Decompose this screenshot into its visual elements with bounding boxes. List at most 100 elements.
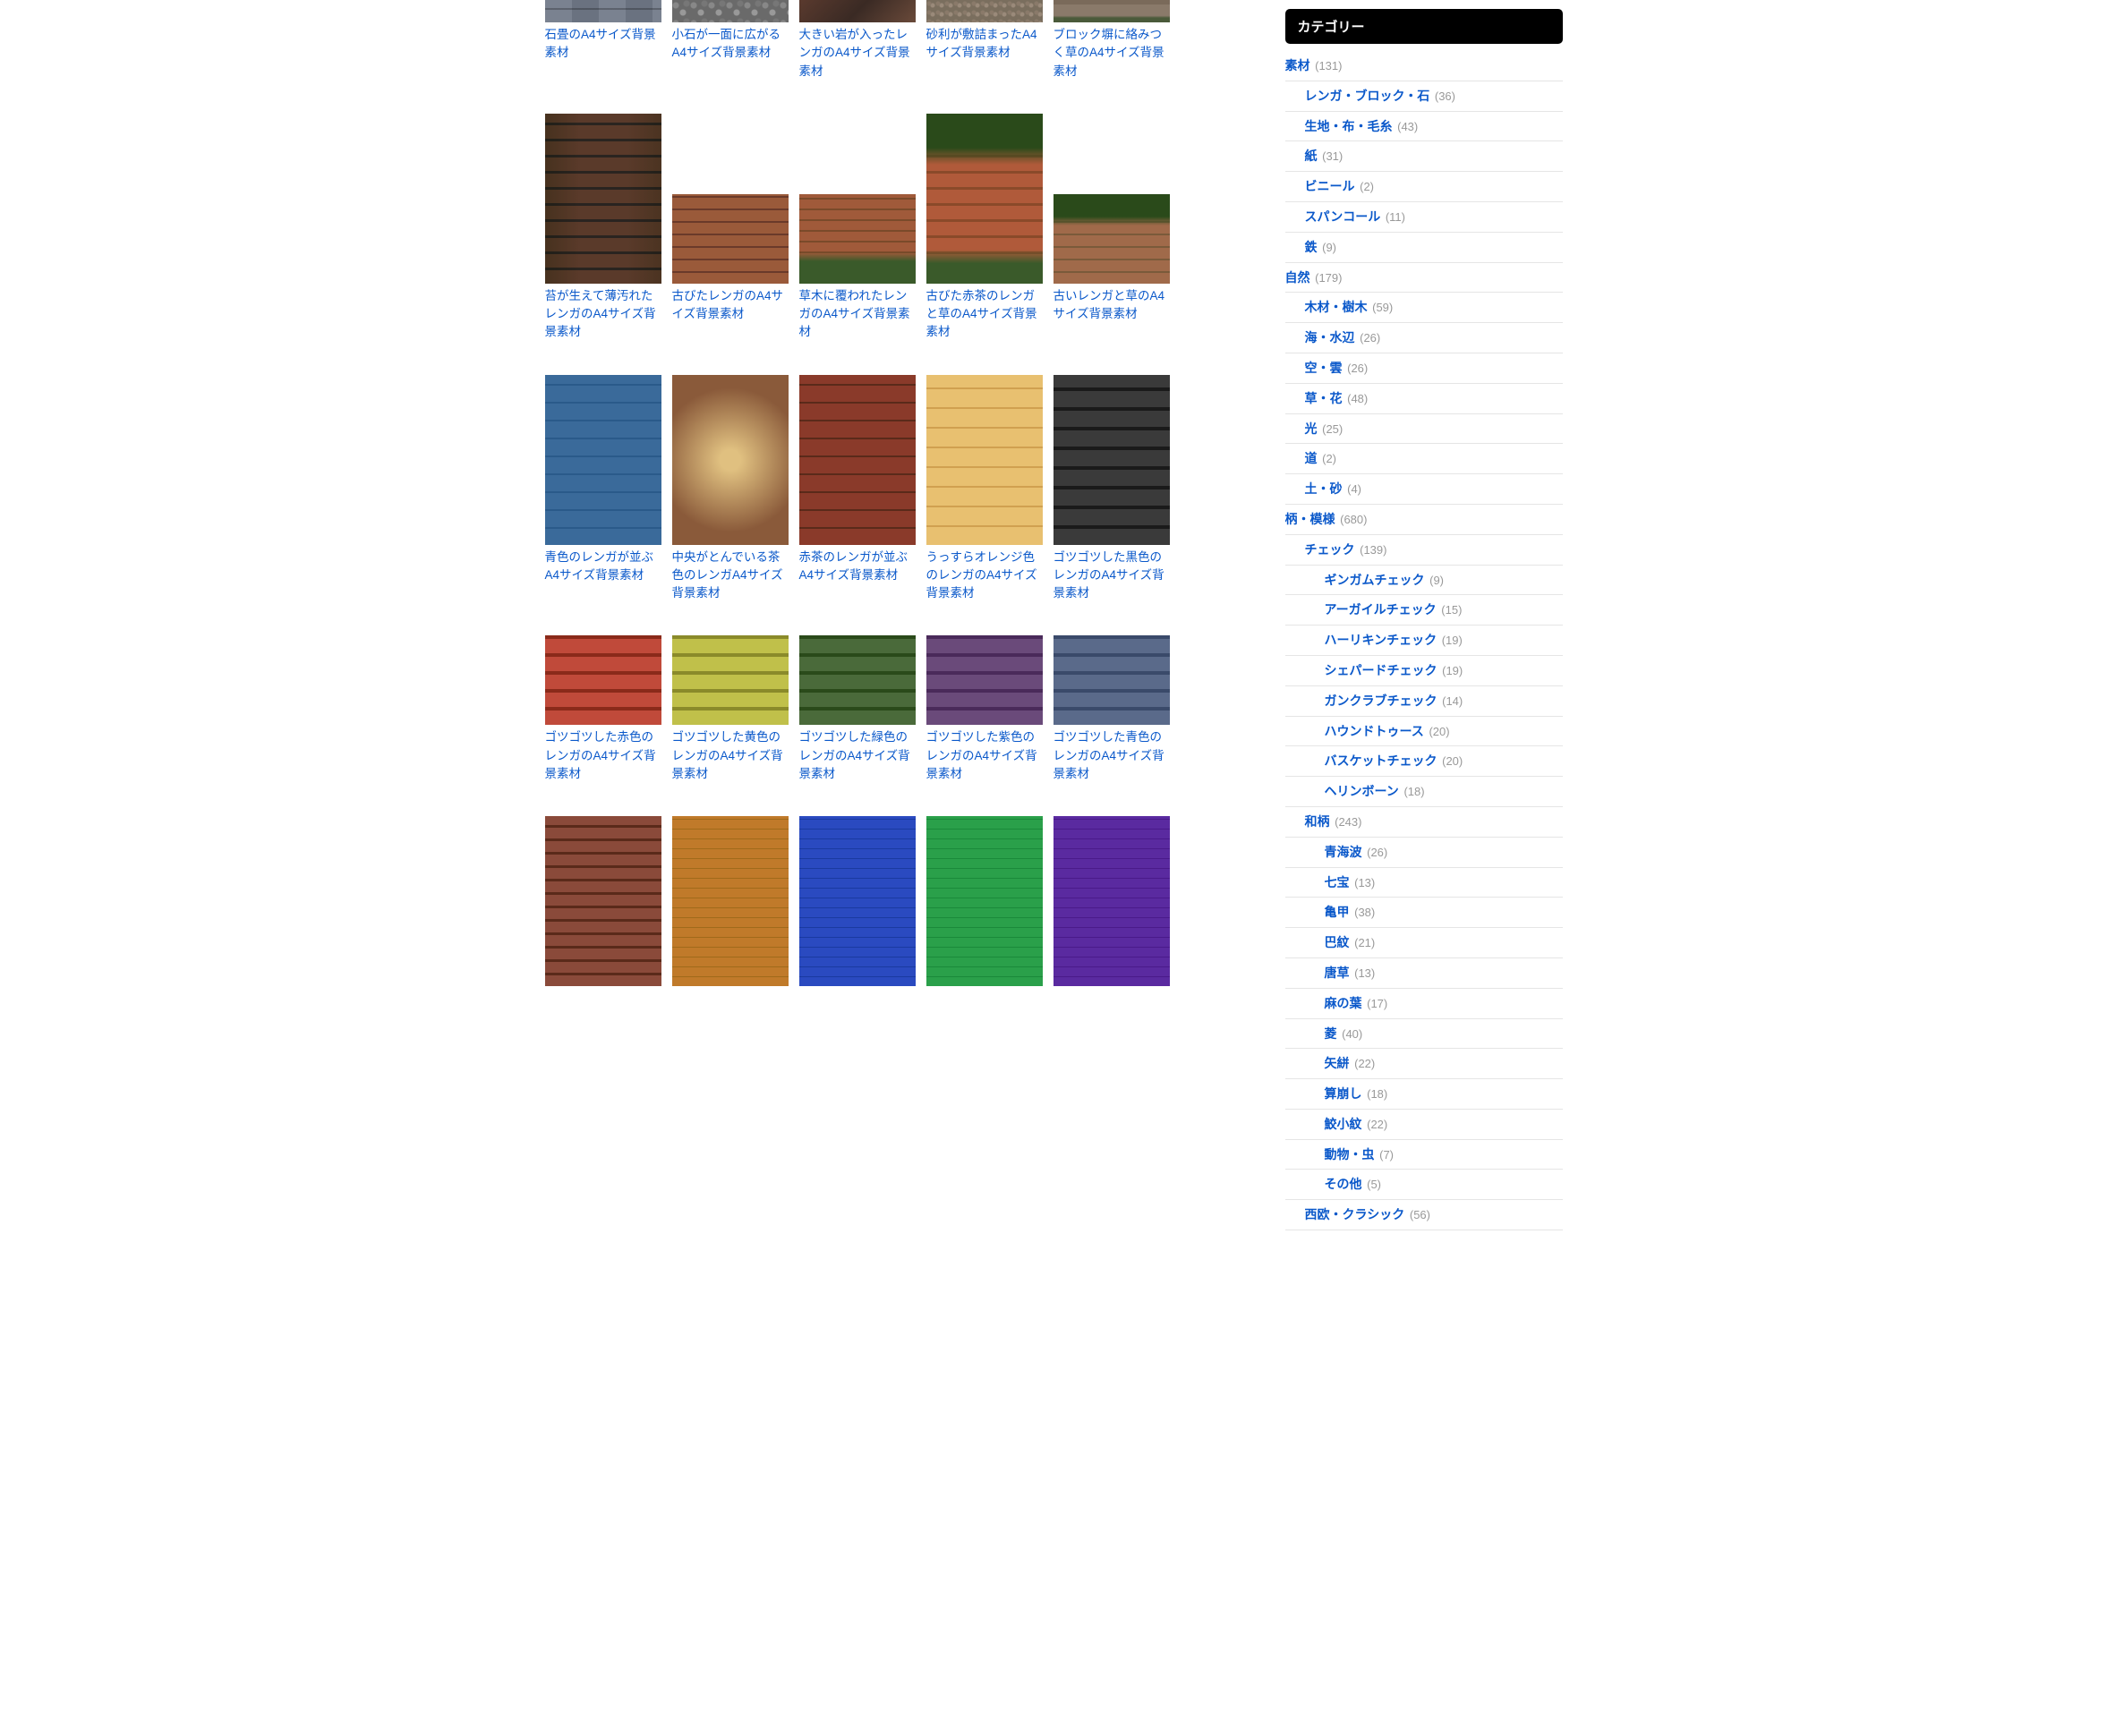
category-link[interactable]: ハーリキンチェック [1325,633,1437,647]
thumbnail-image[interactable] [672,816,789,986]
category-link[interactable]: レンガ・ブロック・石 [1305,89,1430,103]
category-link[interactable]: 生地・布・毛糸 [1305,119,1393,133]
item-title[interactable]: ゴツゴツした紫色のレンガのA4サイズ背景素材 [926,728,1043,783]
grid-item[interactable]: 大きい岩が入ったレンガのA4サイズ背景素材 [799,0,916,81]
grid-item[interactable] [1054,816,1170,986]
grid-item[interactable]: ゴツゴツした赤色のレンガのA4サイズ背景素材 [545,635,661,783]
grid-item[interactable]: 石畳のA4サイズ背景素材 [545,0,661,81]
grid-item[interactable]: 草木に覆われたレンガのA4サイズ背景素材 [799,114,916,342]
thumbnail-image[interactable] [545,375,661,545]
thumbnail-image[interactable] [799,816,916,986]
grid-item[interactable]: 古びた赤茶のレンガと草のA4サイズ背景素材 [926,114,1043,342]
grid-item[interactable] [545,816,661,986]
item-title[interactable]: ブロック塀に絡みつく草のA4サイズ背景素材 [1054,26,1170,81]
category-link[interactable]: 菱 [1325,1026,1337,1041]
category-link[interactable]: 唐草 [1325,966,1350,980]
category-link[interactable]: 土・砂 [1305,481,1343,496]
thumbnail-image[interactable] [799,0,916,22]
category-link[interactable]: ガンクラブチェック [1325,694,1437,708]
item-title[interactable]: ゴツゴツした赤色のレンガのA4サイズ背景素材 [545,728,661,783]
thumbnail-image[interactable] [926,114,1043,284]
thumbnail-image[interactable] [545,114,661,284]
thumbnail-image[interactable] [1054,375,1170,545]
thumbnail-image[interactable] [1054,816,1170,986]
grid-item[interactable] [799,816,916,986]
item-title[interactable]: 古いレンガと草のA4サイズ背景素材 [1054,287,1170,324]
category-link[interactable]: 算崩し [1325,1086,1362,1101]
thumbnail-image[interactable] [1054,0,1170,22]
item-title[interactable]: 苔が生えて薄汚れたレンガのA4サイズ背景素材 [545,287,661,342]
item-title[interactable]: ゴツゴツした黄色のレンガのA4サイズ背景素材 [672,728,789,783]
category-link[interactable]: 青海波 [1325,845,1362,859]
grid-item[interactable]: 砂利が敷詰まったA4サイズ背景素材 [926,0,1043,81]
item-title[interactable]: ゴツゴツした緑色のレンガのA4サイズ背景素材 [799,728,916,783]
item-title[interactable]: 青色のレンガが並ぶA4サイズ背景素材 [545,549,661,585]
thumbnail-image[interactable] [799,194,916,284]
thumbnail-image[interactable] [545,635,661,725]
category-link[interactable]: ビニール [1305,179,1355,193]
grid-item[interactable]: 古びたレンガのA4サイズ背景素材 [672,114,789,342]
category-link[interactable]: その他 [1325,1177,1362,1191]
item-title[interactable]: 古びたレンガのA4サイズ背景素材 [672,287,789,324]
category-link[interactable]: 草・花 [1305,391,1343,405]
thumbnail-image[interactable] [672,194,789,284]
grid-item[interactable]: ゴツゴツした黄色のレンガのA4サイズ背景素材 [672,635,789,783]
thumbnail-image[interactable] [672,375,789,545]
item-title[interactable]: 古びた赤茶のレンガと草のA4サイズ背景素材 [926,287,1043,342]
item-title[interactable]: 石畳のA4サイズ背景素材 [545,26,661,63]
category-link[interactable]: 道 [1305,451,1318,465]
category-link[interactable]: 光 [1305,421,1318,436]
item-title[interactable]: ゴツゴツした黒色のレンガのA4サイズ背景素材 [1054,549,1170,603]
thumbnail-image[interactable] [672,0,789,22]
thumbnail-image[interactable] [926,0,1043,22]
item-title[interactable]: 小石が一面に広がるA4サイズ背景素材 [672,26,789,63]
category-link[interactable]: 素材 [1285,58,1310,72]
grid-item[interactable]: ゴツゴツした青色のレンガのA4サイズ背景素材 [1054,635,1170,783]
grid-item[interactable]: 古いレンガと草のA4サイズ背景素材 [1054,114,1170,342]
grid-item[interactable]: ゴツゴツした黒色のレンガのA4サイズ背景素材 [1054,375,1170,603]
thumbnail-image[interactable] [545,816,661,986]
item-title[interactable]: 赤茶のレンガが並ぶA4サイズ背景素材 [799,549,916,585]
category-link[interactable]: ハウンドトゥース [1325,724,1424,738]
category-link[interactable]: シェパードチェック [1325,663,1437,677]
category-link[interactable]: スパンコール [1305,209,1381,224]
thumbnail-image[interactable] [926,375,1043,545]
thumbnail-image[interactable] [799,635,916,725]
grid-item[interactable]: 青色のレンガが並ぶA4サイズ背景素材 [545,375,661,603]
item-title[interactable]: 草木に覆われたレンガのA4サイズ背景素材 [799,287,916,342]
item-title[interactable]: うっすらオレンジ色のレンガのA4サイズ背景素材 [926,549,1043,603]
category-link[interactable]: 巴紋 [1325,935,1350,949]
grid-item[interactable]: ゴツゴツした緑色のレンガのA4サイズ背景素材 [799,635,916,783]
grid-item[interactable]: ゴツゴツした紫色のレンガのA4サイズ背景素材 [926,635,1043,783]
item-title[interactable]: 中央がとんでいる茶色のレンガA4サイズ背景素材 [672,549,789,603]
thumbnail-image[interactable] [545,0,661,22]
category-link[interactable]: 亀甲 [1325,905,1350,919]
category-link[interactable]: 動物・虫 [1325,1147,1375,1162]
category-link[interactable]: 矢絣 [1325,1056,1350,1070]
category-link[interactable]: 海・水辺 [1305,330,1355,345]
category-link[interactable]: 麻の葉 [1325,996,1362,1010]
thumbnail-image[interactable] [926,816,1043,986]
grid-item[interactable]: 赤茶のレンガが並ぶA4サイズ背景素材 [799,375,916,603]
category-link[interactable]: 紙 [1305,149,1318,163]
thumbnail-image[interactable] [672,635,789,725]
category-link[interactable]: 空・雲 [1305,361,1343,375]
grid-item[interactable]: うっすらオレンジ色のレンガのA4サイズ背景素材 [926,375,1043,603]
item-title[interactable]: 大きい岩が入ったレンガのA4サイズ背景素材 [799,26,916,81]
grid-item[interactable]: 苔が生えて薄汚れたレンガのA4サイズ背景素材 [545,114,661,342]
item-title[interactable]: ゴツゴツした青色のレンガのA4サイズ背景素材 [1054,728,1170,783]
item-title[interactable]: 砂利が敷詰まったA4サイズ背景素材 [926,26,1043,63]
category-link[interactable]: 木材・樹木 [1305,300,1368,314]
grid-item[interactable]: ブロック塀に絡みつく草のA4サイズ背景素材 [1054,0,1170,81]
category-link[interactable]: 鉄 [1305,240,1318,254]
category-link[interactable]: 柄・模様 [1285,512,1335,526]
category-link[interactable]: 自然 [1285,270,1310,285]
category-link[interactable]: バスケットチェック [1325,753,1437,768]
grid-item[interactable] [926,816,1043,986]
category-link[interactable]: アーガイルチェック [1325,602,1437,617]
thumbnail-image[interactable] [1054,194,1170,284]
category-link[interactable]: ヘリンボーン [1325,784,1399,798]
thumbnail-image[interactable] [1054,635,1170,725]
thumbnail-image[interactable] [926,635,1043,725]
category-link[interactable]: チェック [1305,542,1355,557]
